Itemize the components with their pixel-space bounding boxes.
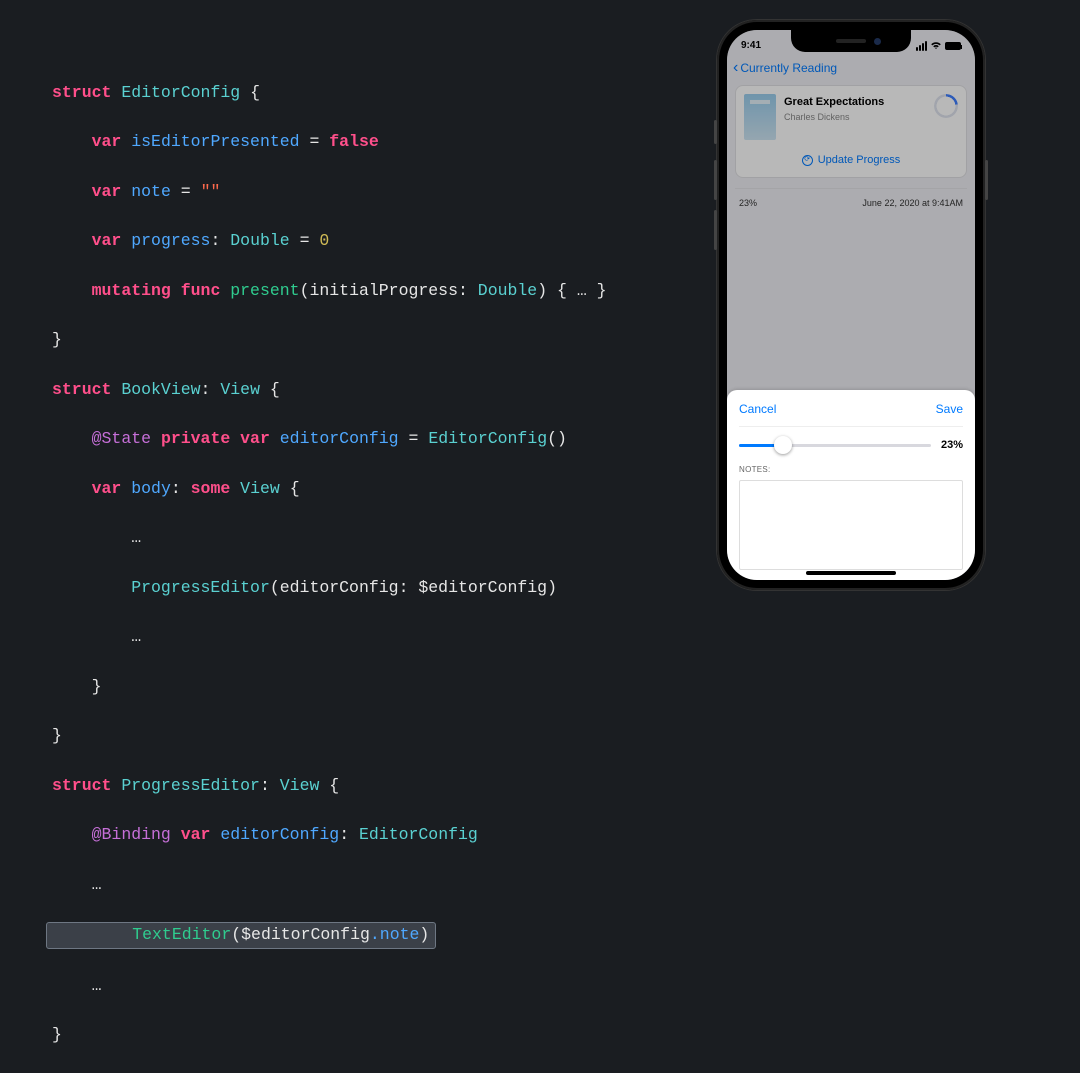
phone-side-button [985, 160, 988, 200]
code-line: struct ProgressEditor: View { [52, 774, 607, 799]
phone-mute-switch [714, 120, 717, 144]
code-line: ProgressEditor(editorConfig: $editorConf… [52, 576, 607, 601]
code-line: } [52, 724, 607, 749]
cancel-button[interactable]: Cancel [739, 400, 776, 418]
code-line: var isEditorPresented = false [52, 130, 607, 155]
phone-screen: 9:41 ‹ Currently Reading Great Expectati… [727, 30, 975, 580]
phone-volume-down [714, 210, 717, 250]
progress-editor-sheet: Cancel Save 23% NOTES: [727, 390, 975, 580]
code-line: var progress: Double = 0 [52, 229, 607, 254]
phone-frame: 9:41 ‹ Currently Reading Great Expectati… [717, 20, 985, 590]
code-line: struct BookView: View { [52, 378, 607, 403]
slider-knob[interactable] [774, 436, 792, 454]
save-button[interactable]: Save [936, 400, 963, 418]
home-indicator[interactable] [806, 571, 896, 575]
code-line-highlighted: TextEditor($editorConfig.note) [52, 922, 607, 949]
phone-notch [791, 30, 911, 52]
code-line: } [52, 328, 607, 353]
code-line: @Binding var editorConfig: EditorConfig [52, 823, 607, 848]
code-editor: struct EditorConfig { var isEditorPresen… [52, 56, 607, 1073]
progress-slider[interactable] [739, 444, 931, 447]
code-line: … [52, 873, 607, 898]
code-line: … [52, 974, 607, 999]
notes-label: NOTES: [739, 464, 963, 476]
code-line: … [52, 625, 607, 650]
code-line: struct EditorConfig { [52, 81, 607, 106]
code-line: } [52, 1023, 607, 1048]
slider-value: 23% [941, 437, 963, 454]
code-line: var body: some View { [52, 477, 607, 502]
code-line: var note = "" [52, 180, 607, 205]
code-line: @State private var editorConfig = Editor… [52, 427, 607, 452]
code-line: } [52, 675, 607, 700]
phone-volume-up [714, 160, 717, 200]
code-line: … [52, 526, 607, 551]
notes-text-editor[interactable] [739, 480, 963, 571]
code-line: mutating func present(initialProgress: D… [52, 279, 607, 304]
